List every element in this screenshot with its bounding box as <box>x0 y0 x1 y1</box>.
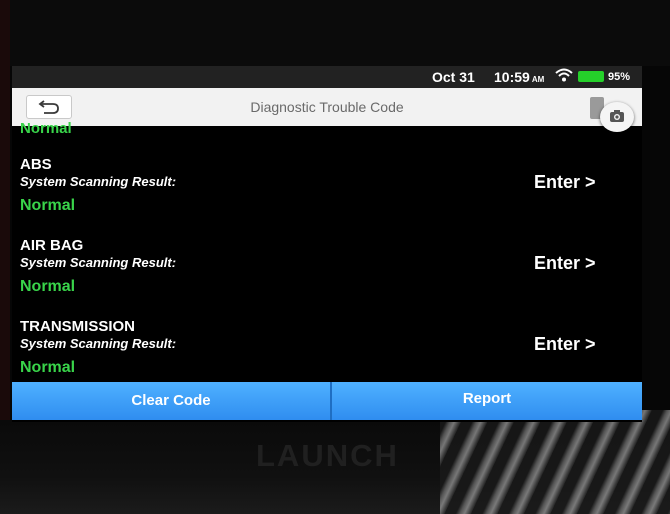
status-ampm: AM <box>531 75 545 84</box>
system-status: Normal <box>20 278 76 295</box>
system-status: Normal <box>20 359 76 376</box>
scan-result-label: System Scanning Result: <box>20 255 177 270</box>
footer-action-bar: Clear Code Report <box>12 382 642 420</box>
previous-item-status: Normal <box>20 120 72 137</box>
device-screen: Oct 31 10:59 AM 95% Diagnostic Trouble Co… <box>12 66 642 422</box>
status-time: 10:59 AM <box>494 69 544 85</box>
enter-button[interactable]: Enter > <box>534 334 596 355</box>
list-item: AIR BAG System Scanning Result: Normal E… <box>12 237 642 317</box>
enter-button[interactable]: Enter > <box>534 253 596 274</box>
list-item: ABS System Scanning Result: Normal Enter… <box>12 156 642 236</box>
scan-result-label: System Scanning Result: <box>20 336 177 351</box>
status-time-value: 10:59 <box>494 69 530 85</box>
status-date: Oct 31 <box>432 69 475 85</box>
device-bezel-top <box>0 0 670 66</box>
clear-code-button[interactable]: Clear Code <box>12 382 330 420</box>
device-stand <box>440 410 670 514</box>
wifi-icon <box>555 68 573 85</box>
system-status: Normal <box>20 197 76 214</box>
device-brand-logo: LAUNCH <box>256 438 399 473</box>
page-title: Diagnostic Trouble Code <box>250 99 404 115</box>
system-name: AIR BAG <box>20 237 84 254</box>
enter-button[interactable]: Enter > <box>534 172 596 193</box>
title-bar: Diagnostic Trouble Code <box>12 88 642 126</box>
screenshot-camera-button[interactable] <box>600 102 634 132</box>
battery-icon <box>578 71 604 82</box>
system-name: ABS <box>20 156 52 173</box>
scan-result-label: System Scanning Result: <box>20 174 177 189</box>
system-name: TRANSMISSION <box>20 318 136 335</box>
report-button[interactable]: Report <box>332 382 642 420</box>
camera-icon <box>610 110 624 122</box>
status-bar: Oct 31 10:59 AM 95% <box>12 66 642 88</box>
battery-percent: 95% <box>608 71 631 83</box>
